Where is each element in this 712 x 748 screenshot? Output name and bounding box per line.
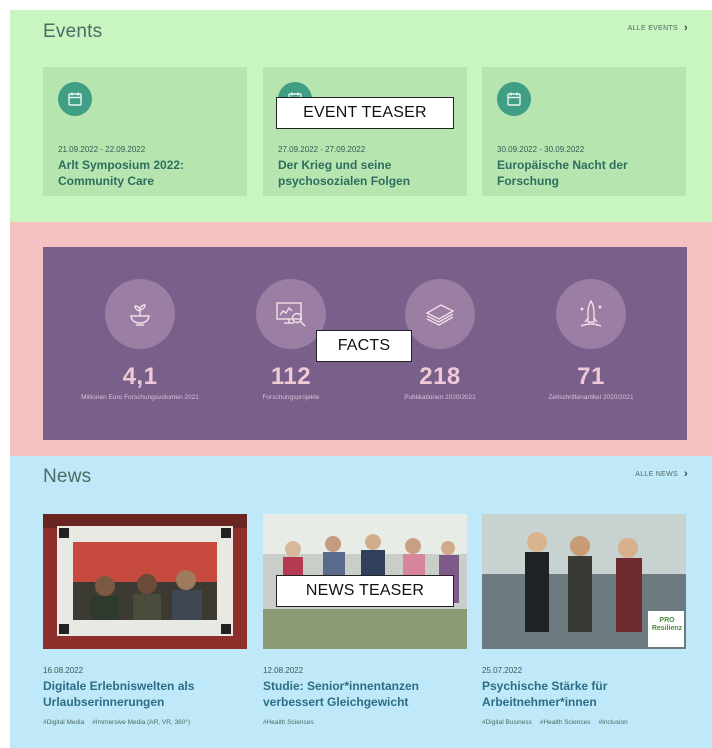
news-tag[interactable]: #Inclusion (598, 719, 627, 726)
news-headline[interactable]: Psychische Stärke für Arbeitnehmer*innen (482, 678, 686, 710)
event-date: 27.09.2022 - 27.09.2022 (278, 145, 366, 154)
event-title[interactable]: Der Krieg und seine psychosozialen Folge… (278, 157, 458, 189)
news-section: News ALLE NEWS › 16.08.2022 Digitale Erl… (10, 456, 712, 748)
chevron-right-icon: › (684, 22, 688, 34)
calendar-icon (497, 82, 531, 116)
all-events-label: ALLE EVENTS (627, 24, 679, 32)
news-headline[interactable]: Digitale Erlebniswelten als Urlaubserinn… (43, 678, 247, 710)
news-card[interactable]: 16.08.2022 Digitale Erlebniswelten als U… (43, 514, 247, 726)
news-tags: #Health Sciences (263, 719, 467, 726)
fact-label: Millionen Euro Forschungsvolumen 2021 (81, 394, 199, 401)
fact-number: 4,1 (122, 363, 158, 390)
events-title: Events (43, 21, 103, 42)
event-teaser-label: EVENT TEASER (276, 97, 454, 129)
event-card[interactable]: 27.09.2022 - 27.09.2022 Der Krieg und se… (263, 67, 467, 196)
paper-stack-icon (405, 279, 475, 349)
calendar-icon (58, 82, 92, 116)
news-tag[interactable]: #Health Sciences (263, 719, 314, 726)
fact-item: 4,1 Millionen Euro Forschungsvolumen 202… (65, 279, 215, 403)
event-card[interactable]: 30.09.2022 - 30.09.2022 Europäische Nach… (482, 67, 686, 196)
plant-bowl-icon (105, 279, 175, 349)
news-image[interactable] (43, 514, 247, 649)
event-title[interactable]: Arlt Symposium 2022: Community Care (58, 157, 238, 189)
all-news-link[interactable]: ALLE NEWS › (635, 468, 688, 480)
rocket-icon (556, 279, 626, 349)
fact-label: Zeitschriftenartikel 2020/2021 (548, 394, 634, 401)
facts-section: 4,1 Millionen Euro Forschungsvolumen 202… (10, 222, 712, 456)
news-tag[interactable]: #Immersive Media (AR, VR, 360°) (92, 719, 190, 726)
facts-label: FACTS (316, 330, 412, 362)
pro-resilienz-badge: PRO Resilienz (651, 617, 683, 632)
event-date: 30.09.2022 - 30.09.2022 (497, 145, 585, 154)
event-date: 21.09.2022 - 22.09.2022 (58, 145, 146, 154)
all-events-link[interactable]: ALLE EVENTS › (628, 22, 688, 34)
news-title: News (43, 466, 92, 487)
news-headline[interactable]: Studie: Senior*innentanzen verbessert Gl… (263, 678, 467, 710)
all-news-label: ALLE NEWS (635, 470, 679, 478)
news-image[interactable]: PRO Resilienz (482, 514, 686, 649)
news-tag[interactable]: #Digital Business (482, 719, 532, 726)
fact-label: Publikationen 2020/2021 (404, 394, 476, 401)
news-tag[interactable]: #Digital Media (43, 719, 84, 726)
event-title[interactable]: Europäische Nacht der Forschung (497, 157, 677, 189)
fact-number: 112 (270, 363, 312, 390)
event-card[interactable]: 21.09.2022 - 22.09.2022 Arlt Symposium 2… (43, 67, 247, 196)
news-date: 12.08.2022 (263, 666, 304, 675)
news-card[interactable]: 12.08.2022 Studie: Senior*innentanzen ve… (263, 514, 467, 726)
events-section: Events ALLE EVENTS › 21.09.2022 - 22.09.… (10, 10, 712, 222)
fact-number: 218 (419, 363, 461, 390)
fact-number: 71 (577, 363, 605, 390)
news-date: 16.08.2022 (43, 666, 84, 675)
fact-item: 71 Zeitschriftenartikel 2020/2021 (516, 279, 666, 403)
news-card[interactable]: PRO Resilienz 25.07.2022 Psychische Stär… (482, 514, 686, 726)
news-tags: #Digital Business #Health Sciences #Incl… (482, 719, 686, 726)
news-teaser-label: NEWS TEASER (276, 575, 454, 607)
news-tags: #Digital Media #Immersive Media (AR, VR,… (43, 719, 247, 726)
chevron-right-icon: › (684, 468, 688, 480)
news-tag[interactable]: #Health Sciences (540, 719, 591, 726)
fact-label: Forschungsprojekte (262, 394, 320, 401)
news-date: 25.07.2022 (482, 666, 523, 675)
